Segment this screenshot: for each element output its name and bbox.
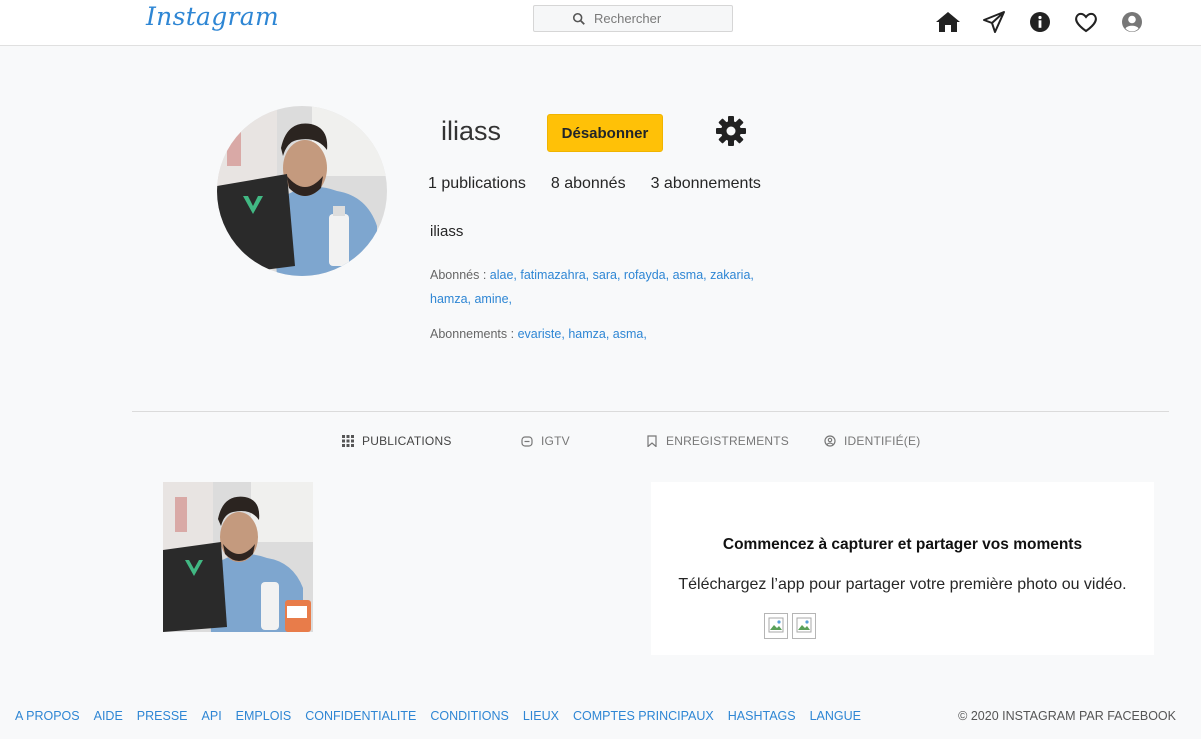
footer-link-press[interactable]: PRESSE [137, 709, 188, 723]
search-box[interactable] [533, 5, 733, 32]
footer-link-api[interactable]: API [202, 709, 222, 723]
following-count[interactable]: 3 abonnements [651, 175, 761, 193]
footer-link-jobs[interactable]: EMPLOIS [236, 709, 292, 723]
tab-label: PUBLICATIONS [362, 434, 452, 448]
app-store-badge[interactable] [764, 613, 788, 639]
home-icon[interactable] [935, 9, 961, 35]
heart-icon[interactable] [1073, 9, 1099, 35]
unfollow-button[interactable]: Désabonner [547, 114, 663, 152]
direct-icon[interactable] [981, 9, 1007, 35]
section-divider [132, 411, 1169, 412]
igtv-icon [521, 436, 533, 447]
footer-link-about[interactable]: A PROPOS [15, 709, 80, 723]
following-link[interactable]: hamza, [568, 327, 609, 341]
tab-tagged[interactable]: IDENTIFIÉ(E) [824, 434, 920, 448]
broken-image-icon [768, 617, 784, 633]
footer-links: A PROPOS AIDE PRESSE API EMPLOIS CONFIDE… [15, 709, 875, 723]
tab-label: ENREGISTREMENTS [666, 434, 790, 448]
follower-link[interactable]: asma, [673, 268, 707, 282]
tab-saved[interactable]: ENREGISTREMENTS [646, 434, 789, 448]
following-label: Abonnements : [430, 327, 515, 341]
following-link[interactable]: asma, [613, 327, 647, 341]
profile-avatar[interactable] [217, 106, 387, 276]
follower-link[interactable]: hamza, [430, 292, 471, 306]
following-link[interactable]: evariste, [518, 327, 565, 341]
instagram-logo[interactable]: Instagram [146, 2, 279, 31]
empty-state-card: Commencez à capturer et partager vos mom… [651, 482, 1154, 655]
follower-link[interactable]: fatimazahra, [520, 268, 589, 282]
publications-count[interactable]: 1 publications [428, 175, 526, 193]
footer-link-terms[interactable]: CONDITIONS [430, 709, 508, 723]
followers-count[interactable]: 8 abonnés [551, 175, 626, 193]
footer-copyright: © 2020 INSTAGRAM PAR FACEBOOK [958, 709, 1176, 723]
empty-state-title: Commencez à capturer et partager vos mom… [722, 536, 1083, 553]
broken-image-icon [796, 617, 812, 633]
footer-link-locations[interactable]: LIEUX [523, 709, 559, 723]
follower-link[interactable]: alae, [490, 268, 517, 282]
follower-link[interactable]: zakaria, [710, 268, 754, 282]
info-icon[interactable] [1027, 9, 1053, 35]
follower-link[interactable]: sara, [593, 268, 621, 282]
footer-link-help[interactable]: AIDE [94, 709, 123, 723]
followers-list: Abonnés : alae, fatimazahra, sara, rofay… [430, 263, 770, 311]
follower-link[interactable]: rofayda, [624, 268, 669, 282]
google-play-badge[interactable] [792, 613, 816, 639]
profile-fullname: iliass [430, 223, 464, 240]
settings-gear-icon[interactable] [715, 115, 747, 147]
grid-icon [342, 435, 354, 447]
account-icon[interactable] [1119, 9, 1145, 35]
followers-label: Abonnés : [430, 268, 487, 282]
tab-publications[interactable]: PUBLICATIONS [342, 434, 452, 448]
tagged-icon [824, 435, 836, 447]
top-navbar: Instagram [0, 0, 1201, 46]
post-thumbnail[interactable] [163, 482, 313, 632]
footer-link-privacy[interactable]: CONFIDENTIALITE [305, 709, 416, 723]
tab-igtv[interactable]: IGTV [521, 434, 570, 448]
search-icon [572, 12, 585, 25]
footer-link-top-accounts[interactable]: COMPTES PRINCIPAUX [573, 709, 714, 723]
search-input[interactable] [594, 11, 724, 26]
following-list: Abonnements : evariste, hamza, asma, [430, 327, 647, 341]
profile-username: iliass [441, 116, 502, 146]
tab-label: IGTV [541, 434, 570, 448]
bookmark-icon [647, 435, 657, 447]
profile-stats: 1 publications 8 abonnés 3 abonnements [428, 175, 786, 193]
footer-link-hashtags[interactable]: HASHTAGS [728, 709, 796, 723]
empty-state-text: Téléchargez l’app pour partager votre pr… [678, 576, 1127, 593]
tab-label: IDENTIFIÉ(E) [844, 434, 921, 448]
footer-link-language[interactable]: LANGUE [810, 709, 861, 723]
follower-link[interactable]: amine, [474, 292, 512, 306]
